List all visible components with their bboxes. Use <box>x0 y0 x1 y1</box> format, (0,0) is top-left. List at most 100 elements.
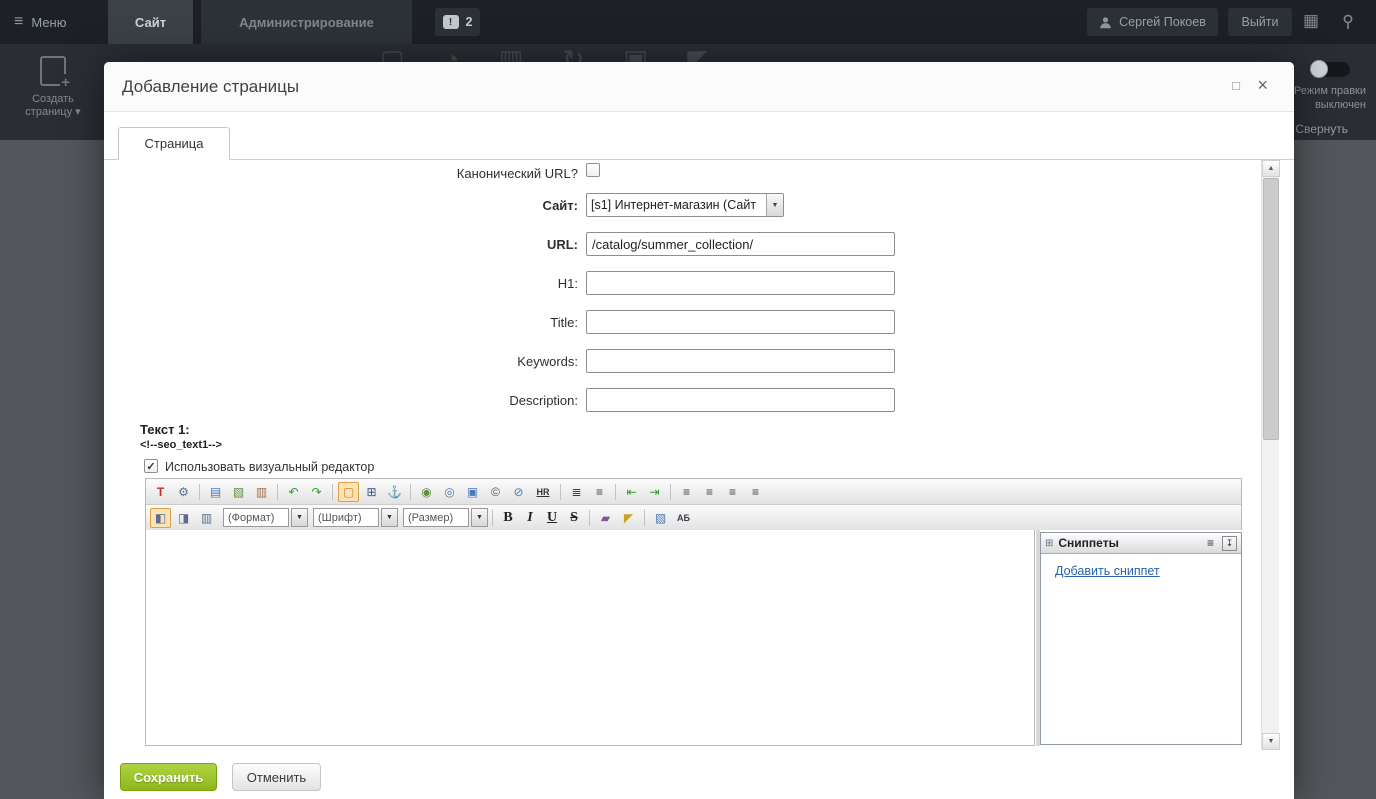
text-color-icon[interactable]: T <box>150 482 171 502</box>
font-select-arrow-icon[interactable]: ▼ <box>381 508 398 527</box>
create-page-button[interactable]: + Создать страницу ▾ <box>16 56 90 119</box>
spellcheck-icon[interactable]: АБ <box>673 508 694 528</box>
toggle-panel-icon[interactable]: ◧ <box>150 508 171 528</box>
editor-canvas[interactable] <box>145 530 1035 746</box>
align-center-icon[interactable]: ≡ <box>699 482 720 502</box>
insert-image-icon[interactable]: ▣ <box>462 482 483 502</box>
text1-comment: <!--seo_text1--> <box>140 439 222 451</box>
new-page-icon: + <box>40 56 66 86</box>
indent-icon[interactable]: ⇥ <box>644 482 665 502</box>
menu-label: Меню <box>31 15 66 30</box>
site-select-value: [s1] Интернет-магазин (Сайт <box>587 198 766 212</box>
format-select[interactable]: (Формат) <box>223 508 289 527</box>
logout-button[interactable]: Выйти <box>1228 8 1292 36</box>
bold-icon[interactable]: B <box>498 508 518 528</box>
snippets-header: ⊞ Сниппеты ≡ ↧ <box>1041 533 1241 554</box>
description-input[interactable] <box>586 388 895 412</box>
remove-link-icon[interactable]: ◎ <box>439 482 460 502</box>
site-select[interactable]: [s1] Интернет-магазин (Сайт ▼ <box>586 193 784 217</box>
scroll-up-icon[interactable]: ▲ <box>1262 160 1280 177</box>
size-select-arrow-icon[interactable]: ▼ <box>471 508 488 527</box>
align-justify-icon[interactable]: ≡ <box>745 482 766 502</box>
italic-icon[interactable]: I <box>520 508 540 528</box>
format-select-arrow-icon[interactable]: ▼ <box>291 508 308 527</box>
menu-button[interactable]: ≡ Меню <box>14 0 66 44</box>
visual-editor-label: Использовать визуальный редактор <box>165 460 374 474</box>
snippets-menu-icon[interactable]: ≡ <box>1207 536 1214 550</box>
plus-icon: + <box>60 74 71 91</box>
eraser-icon[interactable]: ▰ <box>595 508 616 528</box>
tab-site[interactable]: Сайт <box>108 0 193 44</box>
save-icon[interactable]: ▤ <box>205 482 226 502</box>
insert-link-icon[interactable]: ◉ <box>416 482 437 502</box>
maximize-icon[interactable]: □ <box>1232 78 1240 93</box>
save-button[interactable]: Сохранить <box>120 763 217 791</box>
toolbar-separator <box>410 484 411 500</box>
highlight-icon[interactable]: ◤ <box>618 508 639 528</box>
notifications-button[interactable]: ! 2 <box>435 8 480 36</box>
background-toolbar-icons: ▢ ◔ ▥ ↻ ▣ ◤ <box>380 46 980 62</box>
redo-icon[interactable]: ↷ <box>306 482 327 502</box>
properties-panel-icon[interactable]: ◨ <box>173 508 194 528</box>
title-input[interactable] <box>586 310 895 334</box>
collapse-button[interactable]: Свернуть <box>1295 122 1348 136</box>
undo-icon[interactable]: ↶ <box>283 482 304 502</box>
tab-page[interactable]: Страница <box>118 127 230 160</box>
edit-mode-toggle[interactable] <box>1312 62 1350 77</box>
cancel-button[interactable]: Отменить <box>232 763 321 791</box>
tab-administration[interactable]: Администрирование <box>201 0 412 44</box>
top-bar: ≡ Меню Сайт Администрирование ! 2 Сергей… <box>0 0 1376 44</box>
toolbar-separator <box>199 484 200 500</box>
font-select[interactable]: (Шрифт) <box>313 508 379 527</box>
visual-editor-checkbox[interactable]: ✓ <box>144 459 158 473</box>
admin-page: ≡ Меню Сайт Администрирование ! 2 Сергей… <box>0 0 1376 799</box>
toolbar-separator <box>560 484 561 500</box>
unordered-list-icon[interactable]: ≡ <box>589 482 610 502</box>
apps-grid-icon[interactable]: ▦ <box>1303 11 1319 31</box>
add-page-dialog: Добавление страницы □ × Страница Канонич… <box>104 62 1294 799</box>
add-snippet-link[interactable]: Добавить сниппет <box>1055 564 1160 578</box>
select-arrow-icon[interactable]: ▼ <box>766 194 783 216</box>
keywords-input[interactable] <box>586 349 895 373</box>
size-select[interactable]: (Размер) <box>403 508 469 527</box>
ordered-list-icon[interactable]: ≣ <box>566 482 587 502</box>
toolbar-row-2: ◧ ◨ ▥ (Формат) ▼ (Шрифт) ▼ (Размер) ▼ B … <box>146 505 1241 530</box>
scroll-down-icon[interactable]: ▼ <box>1262 733 1280 750</box>
h1-label: H1: <box>104 276 578 291</box>
caret-down-icon: ▾ <box>75 106 81 118</box>
editor-toolbar: T ⚙ ▤ ▧ ▥ ↶ ↷ ▢ ⊞ ⚓ ◉ ◎ ▣ <box>145 478 1242 530</box>
pin-icon[interactable] <box>1340 13 1356 31</box>
code-view-icon[interactable]: ▥ <box>196 508 217 528</box>
form-scrollbar[interactable]: ▲ ▼ <box>1261 160 1279 750</box>
snippets-dock-icon[interactable]: ↧ <box>1222 536 1237 551</box>
toolbar-row-1: T ⚙ ▤ ▧ ▥ ↶ ↷ ▢ ⊞ ⚓ ◉ ◎ ▣ <box>146 479 1241 505</box>
horizontal-rule-icon[interactable]: HR <box>531 482 555 502</box>
paste-icon[interactable]: ▥ <box>251 482 272 502</box>
toolbar-separator <box>644 510 645 526</box>
insert-media-icon[interactable]: ⊘ <box>508 482 529 502</box>
underline-icon[interactable]: U <box>542 508 562 528</box>
settings-icon[interactable]: ⚙ <box>173 482 194 502</box>
insert-table-icon[interactable]: ⊞ <box>361 482 382 502</box>
anchor-icon[interactable]: ⚓ <box>384 482 405 502</box>
copy-icon[interactable]: ▧ <box>228 482 249 502</box>
canonical-url-checkbox[interactable] <box>586 163 600 177</box>
copy-format-icon[interactable]: ▧ <box>650 508 671 528</box>
user-menu-button[interactable]: Сергей Покоев <box>1087 8 1218 36</box>
h1-input[interactable] <box>586 271 895 295</box>
url-input[interactable] <box>586 232 895 256</box>
align-left-icon[interactable]: ≡ <box>676 482 697 502</box>
show-borders-icon[interactable]: ▢ <box>338 482 359 502</box>
align-right-icon[interactable]: ≡ <box>722 482 743 502</box>
scrollbar-thumb[interactable] <box>1263 178 1279 440</box>
snippets-icon: ⊞ <box>1045 538 1053 549</box>
copyright-icon[interactable]: © <box>485 482 506 502</box>
toolbar-separator <box>615 484 616 500</box>
person-icon <box>1099 16 1112 29</box>
outdent-icon[interactable]: ⇤ <box>621 482 642 502</box>
description-label: Description: <box>104 393 578 408</box>
strikethrough-icon[interactable]: S <box>564 508 584 528</box>
canonical-url-label: Канонический URL? <box>104 166 578 181</box>
close-icon[interactable]: × <box>1257 75 1268 96</box>
notification-count: 2 <box>466 15 473 29</box>
